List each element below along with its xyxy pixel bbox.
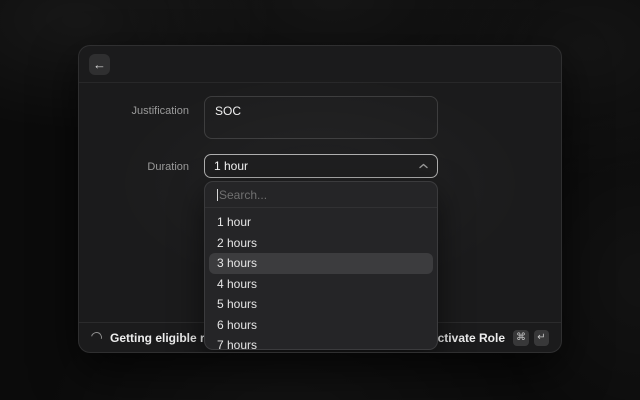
duration-select[interactable]: 1 hour [204, 154, 438, 178]
dropdown-option[interactable]: 6 hours [209, 315, 433, 336]
return-key-icon[interactable]: ↵ [534, 330, 549, 346]
dialog-window: ← Justification SOC Duration 1 hour Sear… [78, 45, 562, 353]
desktop-background: { "window": { "header": { "back_icon": "… [0, 0, 640, 400]
duration-value: 1 hour [214, 159, 248, 173]
dropdown-option[interactable]: 1 hour [209, 212, 433, 233]
dropdown-option[interactable]: 5 hours [209, 294, 433, 315]
dropdown-option[interactable]: 2 hours [209, 233, 433, 254]
dropdown-option[interactable]: 7 hours [209, 335, 433, 350]
search-placeholder: Search... [219, 188, 267, 202]
command-key-icon[interactable]: ⌘ [513, 330, 529, 346]
arrow-left-icon: ← [93, 58, 106, 71]
primary-action: Activate Role ⌘ ↵ [429, 330, 549, 346]
chevron-up-icon [419, 163, 428, 169]
dropdown-option-highlighted[interactable]: 3 hours [209, 253, 433, 274]
dropdown-search-input[interactable]: Search... [205, 182, 437, 208]
justification-input[interactable]: SOC [204, 96, 438, 139]
dropdown-options-list: 1 hour 2 hours 3 hours 4 hours 5 hours 6… [205, 208, 437, 350]
justification-value: SOC [215, 104, 241, 118]
activate-role-button[interactable]: Activate Role [429, 331, 505, 345]
loading-spinner-icon [89, 330, 104, 345]
duration-label: Duration [79, 161, 189, 173]
duration-dropdown: Search... 1 hour 2 hours 3 hours 4 hours… [204, 181, 438, 350]
text-cursor [217, 189, 218, 201]
justification-label: Justification [79, 105, 189, 117]
dialog-header: ← [79, 46, 561, 83]
back-button[interactable]: ← [89, 54, 110, 75]
dropdown-option[interactable]: 4 hours [209, 274, 433, 295]
